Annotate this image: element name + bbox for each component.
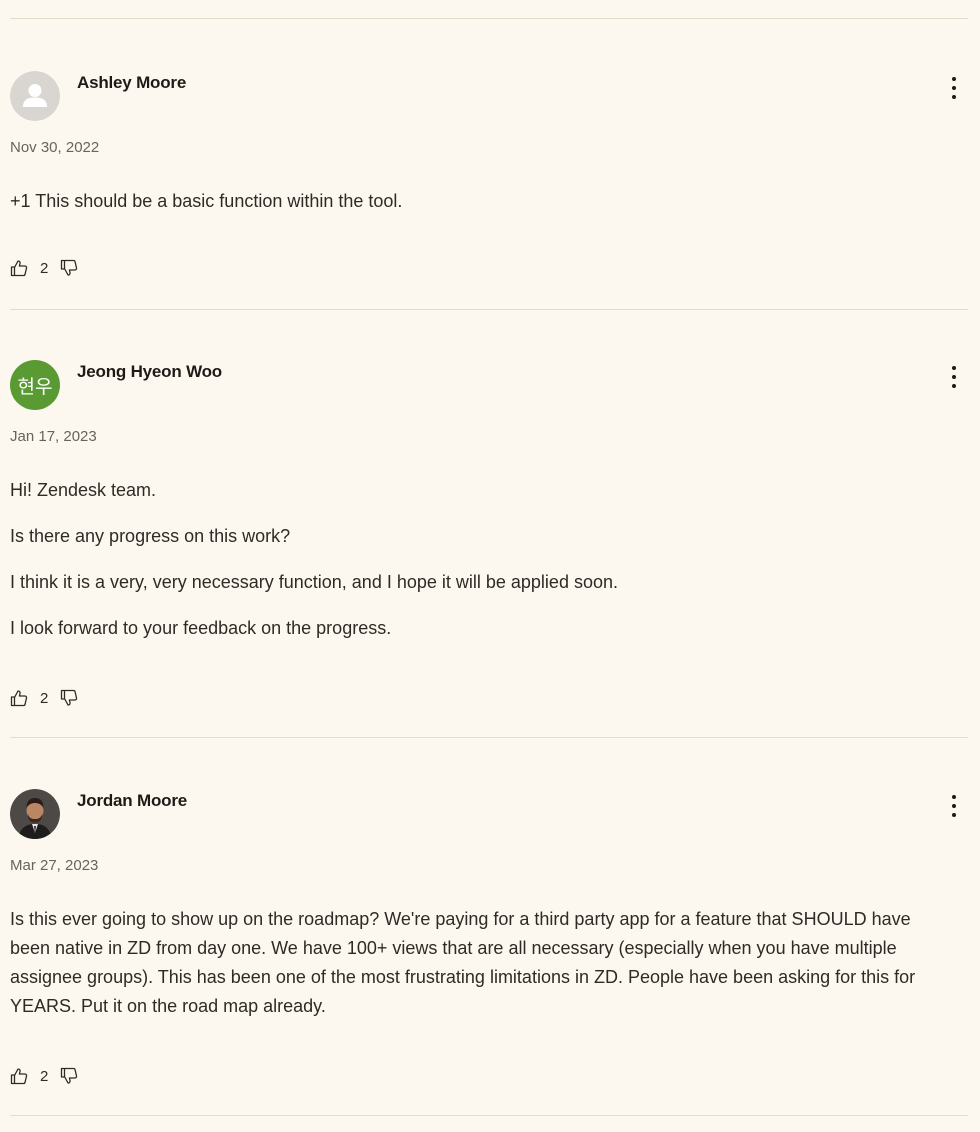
thumbs-up-icon[interactable]: [10, 689, 28, 707]
divider: [10, 1115, 968, 1116]
user-placeholder-icon: [10, 71, 60, 121]
vote-count: 2: [40, 689, 49, 707]
thumbs-up-icon[interactable]: [10, 259, 28, 277]
avatar[interactable]: [10, 789, 60, 839]
comment-paragraph: I think it is a very, very necessary fun…: [10, 572, 618, 592]
author-name[interactable]: Jordan Moore: [77, 791, 187, 811]
divider: [10, 18, 968, 19]
author-name[interactable]: Ashley Moore: [77, 73, 186, 93]
profile-photo: [10, 789, 60, 839]
avatar-initials: 현우: [10, 360, 60, 410]
vote-controls: 2: [10, 1067, 78, 1085]
comment-body: +1 This should be a basic function withi…: [10, 187, 950, 233]
thumbs-up-icon[interactable]: [10, 1067, 28, 1085]
vote-count: 2: [40, 259, 49, 277]
thumbs-down-icon[interactable]: [60, 689, 78, 707]
comment-body: Is this ever going to show up on the roa…: [10, 905, 950, 1038]
comment-paragraph: Is this ever going to show up on the roa…: [10, 909, 916, 1016]
comment-paragraph: I look forward to your feedback on the p…: [10, 618, 392, 638]
more-vertical-icon[interactable]: [946, 795, 962, 817]
comment-date[interactable]: Jan 17, 2023: [10, 428, 97, 445]
comment-date[interactable]: Nov 30, 2022: [10, 139, 99, 156]
comment-body: Hi! Zendesk team. Is there any progress …: [10, 476, 950, 660]
divider: [10, 737, 968, 738]
avatar[interactable]: [10, 71, 60, 121]
comment-paragraph: Hi! Zendesk team.: [10, 480, 157, 500]
more-vertical-icon[interactable]: [946, 77, 962, 99]
divider: [10, 309, 968, 310]
comment-paragraph: +1 This should be a basic function withi…: [10, 191, 403, 211]
vote-count: 2: [40, 1067, 49, 1085]
avatar[interactable]: 현우: [10, 360, 60, 410]
comment-feed: Ashley Moore Nov 30, 2022 +1 This should…: [0, 0, 980, 1132]
thumbs-down-icon[interactable]: [60, 1067, 78, 1085]
vote-controls: 2: [10, 259, 78, 277]
more-vertical-icon[interactable]: [946, 366, 962, 388]
thumbs-down-icon[interactable]: [60, 259, 78, 277]
author-name[interactable]: Jeong Hyeon Woo: [77, 362, 222, 382]
comment-paragraph: Is there any progress on this work?: [10, 526, 291, 546]
comment-date[interactable]: Mar 27, 2023: [10, 857, 98, 874]
vote-controls: 2: [10, 689, 78, 707]
